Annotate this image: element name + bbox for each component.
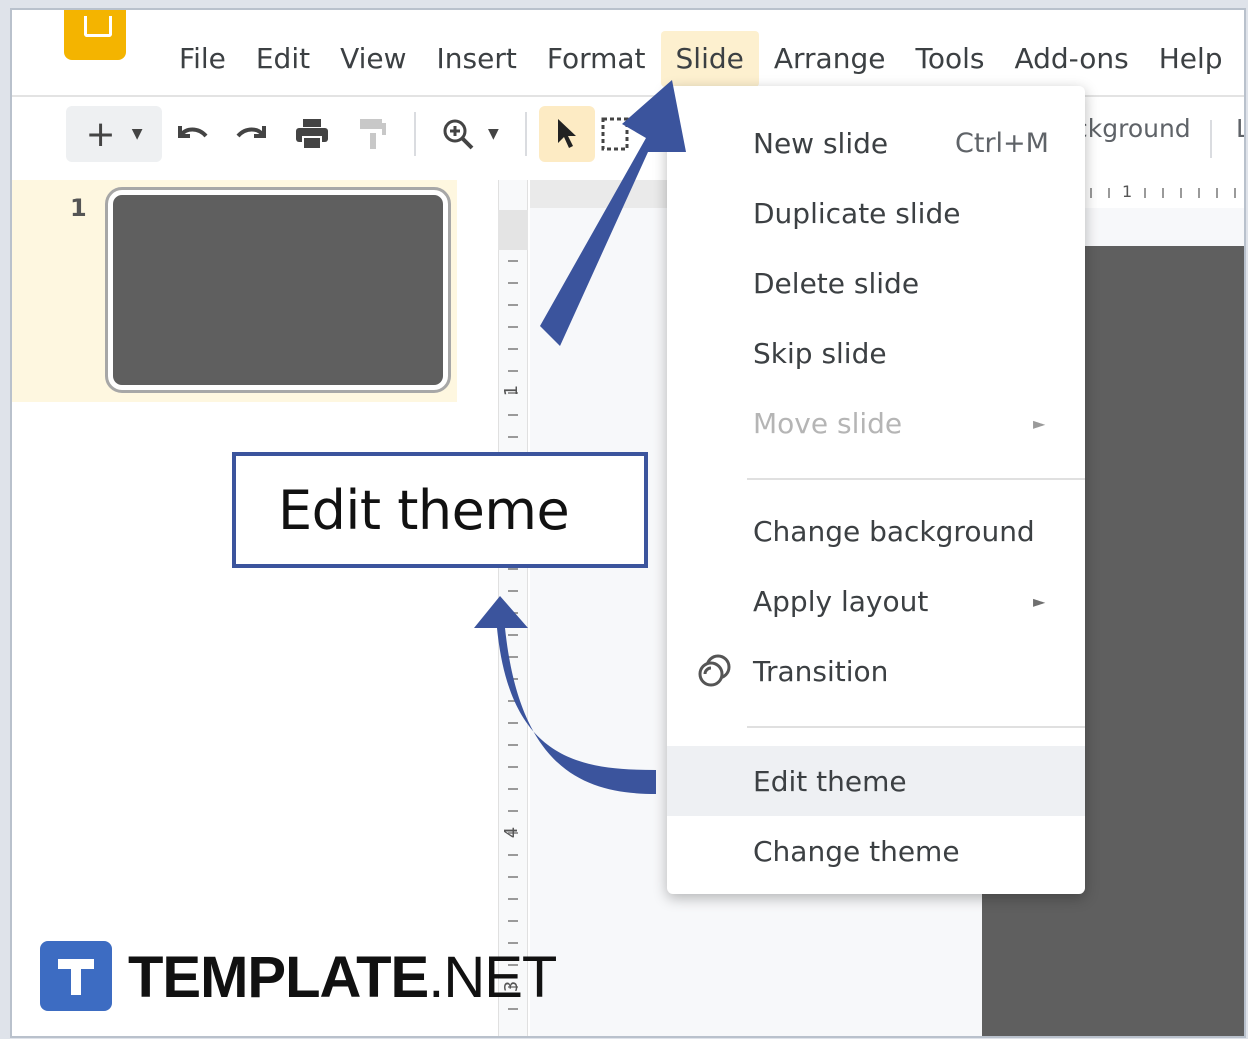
menu-item-label: Skip slide <box>753 336 887 370</box>
zoom-button[interactable] <box>428 106 488 162</box>
template-watermark: TEMPLATE.NET <box>128 944 557 1011</box>
menu-item-edit-theme[interactable]: Edit theme <box>667 746 1085 816</box>
menu-item-change-background[interactable]: Change background <box>667 496 1085 566</box>
redo-button[interactable] <box>222 106 282 162</box>
menu-item-duplicate-slide[interactable]: Duplicate slide <box>667 178 1085 248</box>
menu-item-label: New slide <box>753 126 889 160</box>
slides-logo-icon[interactable] <box>64 10 126 60</box>
menu-file[interactable]: File <box>164 31 241 87</box>
menu-item-label: Edit theme <box>753 764 907 798</box>
print-icon <box>296 119 328 150</box>
layout-button-partial[interactable]: L <box>1236 114 1244 143</box>
menu-item-label: Transition <box>753 654 889 688</box>
select-tool-button[interactable] <box>538 106 595 162</box>
zoom-icon <box>443 119 474 150</box>
print-button[interactable] <box>282 106 342 162</box>
menu-bar: File Edit View Insert Format Slide Arran… <box>164 31 1238 87</box>
menu-divider <box>747 726 1085 728</box>
undo-icon <box>178 126 208 138</box>
menu-slide[interactable]: Slide <box>660 31 759 87</box>
edit-theme-callout: Edit theme <box>232 452 648 568</box>
shortcut-label: Ctrl+M <box>955 127 1049 159</box>
transition-icon <box>695 651 735 691</box>
menu-insert[interactable]: Insert <box>422 31 532 87</box>
menu-item-label: Duplicate slide <box>753 196 961 230</box>
ruler-ticks <box>1090 188 1240 198</box>
ruler-label: 1 <box>501 384 523 397</box>
textbox-tool-button[interactable] <box>595 106 635 162</box>
toolbar-separator <box>524 112 527 156</box>
submenu-arrow-icon: ► <box>1033 591 1046 611</box>
toolbar-separator <box>414 112 416 156</box>
menu-format[interactable]: Format <box>532 31 661 87</box>
menu-item-skip-slide[interactable]: Skip slide <box>667 318 1085 388</box>
menu-item-delete-slide[interactable]: Delete slide <box>667 248 1085 318</box>
menu-item-new-slide[interactable]: New slide Ctrl+M <box>667 108 1085 178</box>
menu-item-apply-layout[interactable]: Apply layout ► <box>667 566 1085 636</box>
menu-item-label: Apply layout <box>753 584 929 618</box>
menu-edit[interactable]: Edit <box>241 31 325 87</box>
paint-format-button[interactable] <box>342 106 402 162</box>
watermark-suffix: .NET <box>428 945 557 1010</box>
chevron-down-icon[interactable]: ▼ <box>132 126 143 142</box>
ruler-label: 4 <box>501 826 523 839</box>
toolbar: + ▼ ▼ <box>66 106 635 162</box>
menu-item-change-theme[interactable]: Change theme <box>667 816 1085 886</box>
app-window: · · · · · File Edit View Insert Format S… <box>10 8 1246 1038</box>
slide-menu-dropdown: New slide Ctrl+M Duplicate slide Delete … <box>667 86 1085 894</box>
menu-item-label: Change background <box>753 514 1035 548</box>
ruler-label: 1 <box>1120 182 1135 201</box>
toolbar-separator <box>1210 120 1212 158</box>
menu-view[interactable]: View <box>325 31 421 87</box>
select-icon <box>557 119 576 148</box>
menu-item-move-slide: Move slide ► <box>667 388 1085 458</box>
slide-thumbnail[interactable] <box>105 187 451 393</box>
new-slide-button[interactable]: + ▼ <box>66 106 162 162</box>
slide-number: 1 <box>70 194 87 222</box>
menu-item-label: Change theme <box>753 834 960 868</box>
menu-arrange[interactable]: Arrange <box>759 31 901 87</box>
add-icon: + <box>85 113 116 155</box>
background-button-partial[interactable]: ckground <box>1074 114 1191 143</box>
doc-title-fragment: · · · · · <box>162 8 257 18</box>
menu-item-transition[interactable]: Transition <box>667 636 1085 706</box>
menu-divider <box>747 478 1085 480</box>
menu-item-label: Move slide <box>753 406 903 440</box>
submenu-arrow-icon: ► <box>1033 413 1046 433</box>
paint-format-icon <box>360 119 386 149</box>
callout-text: Edit theme <box>278 478 570 542</box>
redo-icon <box>236 126 266 138</box>
menu-tools[interactable]: Tools <box>900 31 999 87</box>
undo-button[interactable] <box>162 106 222 162</box>
template-logo-icon <box>40 941 112 1011</box>
menu-item-label: Delete slide <box>753 266 920 300</box>
zoom-chevron-down-icon[interactable]: ▼ <box>488 126 499 142</box>
menu-add-ons[interactable]: Add-ons <box>999 31 1143 87</box>
textbox-icon <box>601 117 629 151</box>
menu-help[interactable]: Help <box>1144 31 1238 87</box>
ruler-ticks <box>508 260 518 1030</box>
ruler-margin <box>498 210 528 250</box>
watermark-brand: TEMPLATE <box>128 945 429 1010</box>
